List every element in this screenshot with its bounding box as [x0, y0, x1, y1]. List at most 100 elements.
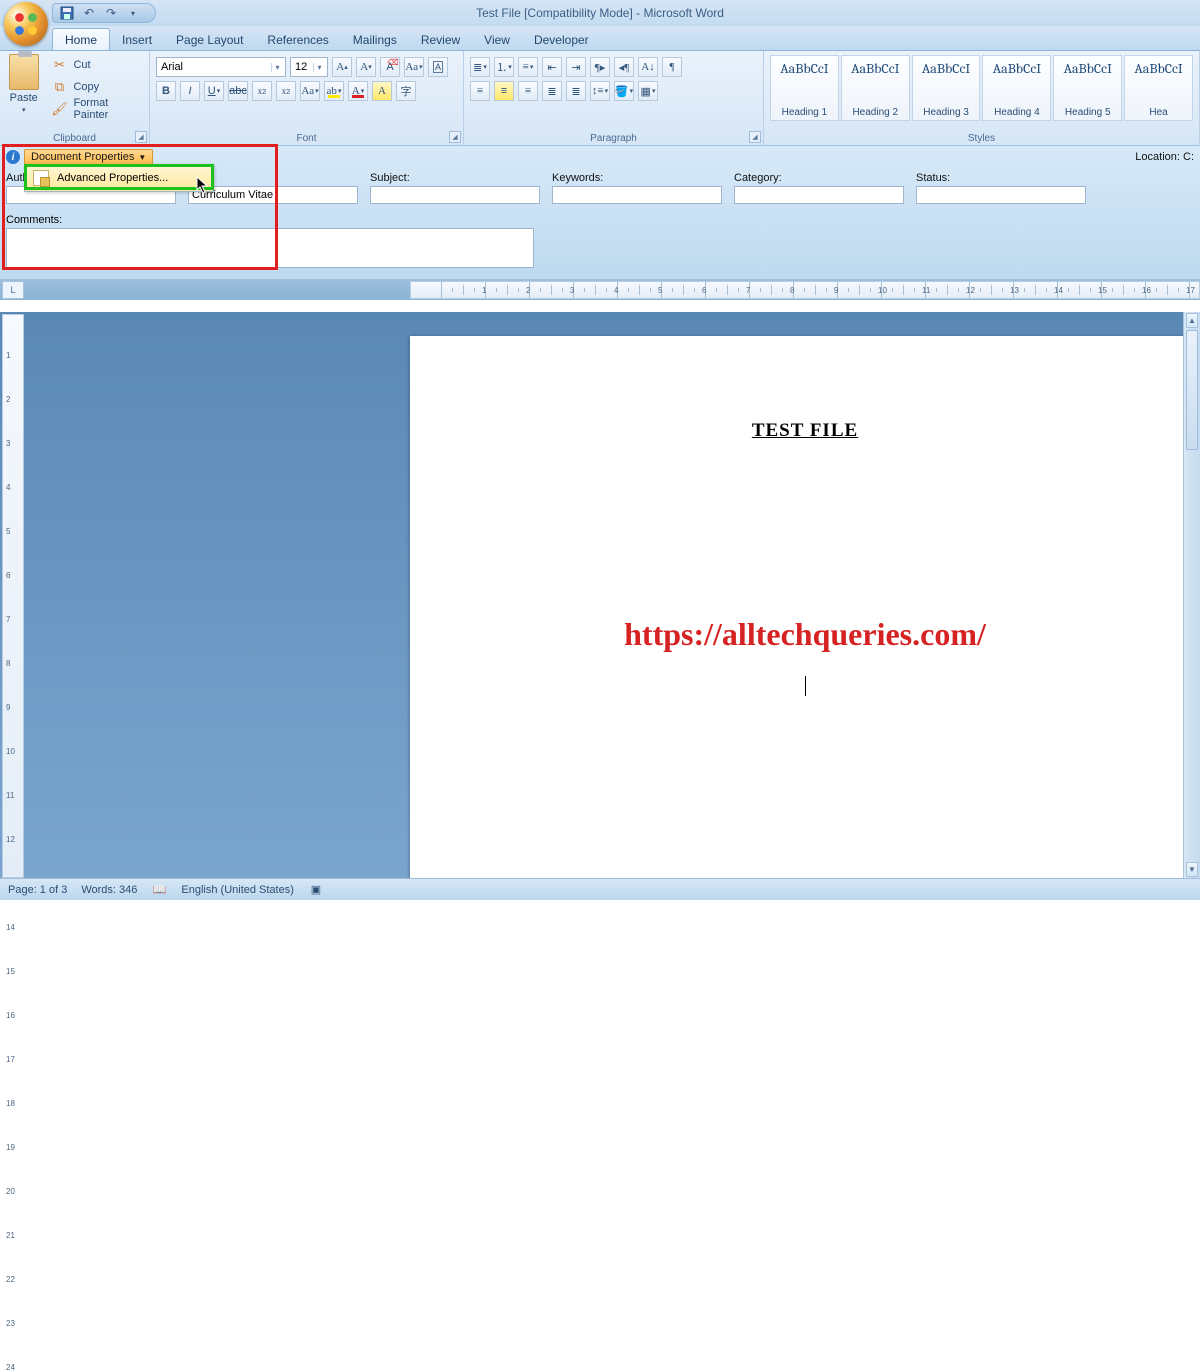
macro-record-icon: ▣ — [308, 882, 324, 898]
style-tile-heading-4[interactable]: AaBbCcIHeading 4 — [982, 55, 1051, 121]
paragraph-dialog-launcher[interactable]: ◢ — [749, 131, 761, 143]
scroll-down-arrow-icon[interactable]: ▼ — [1186, 862, 1198, 877]
style-tile-heading-1[interactable]: AaBbCcIHeading 1 — [770, 55, 839, 121]
italic-button[interactable]: I — [180, 81, 200, 101]
category-input[interactable] — [734, 186, 904, 204]
numbering-button[interactable]: ⒈▾ — [494, 57, 514, 77]
bullets-button[interactable]: ≣▾ — [470, 57, 490, 77]
justify-button[interactable]: ≣ — [542, 81, 562, 101]
tab-mailings[interactable]: Mailings — [341, 29, 409, 50]
status-language[interactable]: English (United States) — [181, 884, 294, 896]
document-page[interactable]: TEST FILE https://alltechqueries.com/ — [410, 336, 1200, 878]
highlight-color-button[interactable]: ab▾ — [324, 81, 344, 101]
enclose-characters-button[interactable]: 字 — [396, 81, 416, 101]
page-viewport[interactable]: TEST FILE https://alltechqueries.com/ ▲ … — [24, 312, 1200, 878]
paste-button[interactable]: Paste ▾ — [6, 53, 41, 117]
group-styles: AaBbCcIHeading 1AaBbCcIHeading 2AaBbCcIH… — [764, 51, 1200, 145]
proofing-icon: 📖 — [151, 882, 167, 898]
line-spacing-button[interactable]: ↕≡▾ — [590, 81, 610, 101]
tab-references[interactable]: References — [255, 29, 340, 50]
properties-icon — [33, 170, 49, 186]
paste-label: Paste — [10, 92, 38, 104]
subscript-button[interactable]: x2 — [252, 81, 272, 101]
tab-insert[interactable]: Insert — [110, 29, 164, 50]
document-properties-dropdown[interactable]: Document Properties▼ — [24, 149, 153, 165]
tab-selector[interactable]: L — [2, 281, 24, 299]
character-shading-button[interactable]: A — [372, 81, 392, 101]
document-heading: TEST FILE — [466, 420, 1144, 442]
sort-button[interactable]: A↓ — [638, 57, 658, 77]
title-bar: ↶ ↷ ▾ Test File [Compatibility Mode] - M… — [0, 0, 1200, 26]
copy-button[interactable]: ⧉Copy — [47, 77, 143, 97]
multilevel-list-button[interactable]: ≡▾ — [518, 57, 538, 77]
clipboard-dialog-launcher[interactable]: ◢ — [135, 131, 147, 143]
comments-input[interactable] — [6, 228, 534, 268]
borders-button[interactable]: ▦▾ — [638, 81, 658, 101]
bold-button[interactable]: B — [156, 81, 176, 101]
font-color-button[interactable]: A▾ — [348, 81, 368, 101]
undo-icon[interactable]: ↶ — [81, 5, 97, 21]
advanced-properties-menuitem[interactable]: Advanced Properties... — [25, 165, 213, 191]
font-name-combo[interactable]: Arial▾ — [156, 57, 286, 77]
field-comments: Comments: — [6, 210, 1194, 273]
ltr-text-direction-button[interactable]: ¶▸ — [590, 57, 610, 77]
style-tile-heading-2[interactable]: AaBbCcIHeading 2 — [841, 55, 910, 121]
tab-review[interactable]: Review — [409, 29, 472, 50]
qat-customize-icon[interactable]: ▾ — [125, 5, 141, 21]
grow-font-button[interactable]: A▴ — [332, 57, 352, 77]
tab-view[interactable]: View — [472, 29, 522, 50]
status-input[interactable] — [916, 186, 1086, 204]
horizontal-ruler[interactable]: 1234567891011121314151617 — [410, 281, 1200, 299]
status-macro[interactable]: ▣ — [308, 882, 324, 898]
vertical-ruler[interactable]: 123456789101112131415161718192021222324 — [2, 314, 24, 878]
tab-home[interactable]: Home — [52, 28, 110, 50]
align-center-button[interactable]: ≡ — [494, 81, 514, 101]
status-proofing[interactable]: 📖 — [151, 882, 167, 898]
office-button[interactable] — [4, 2, 48, 46]
scrollbar-thumb[interactable] — [1186, 330, 1198, 450]
styles-group-label: Styles — [764, 133, 1199, 144]
redo-icon[interactable]: ↷ — [103, 5, 119, 21]
chevron-down-icon: ▾ — [313, 63, 325, 72]
decrease-indent-button[interactable]: ⇤ — [542, 57, 562, 77]
rtl-text-direction-button[interactable]: ◂¶ — [614, 57, 634, 77]
show-hide-button[interactable]: ¶ — [662, 57, 682, 77]
underline-button[interactable]: U▾ — [204, 81, 224, 101]
distributed-button[interactable]: ≣ — [566, 81, 586, 101]
strikethrough-button[interactable]: abc — [228, 81, 248, 101]
cut-button[interactable]: ✂Cut — [47, 55, 143, 75]
clear-formatting-button[interactable]: A⌫ — [380, 57, 400, 77]
increase-indent-button[interactable]: ⇥ — [566, 57, 586, 77]
shading-button[interactable]: 🪣▾ — [614, 81, 634, 101]
font-size-combo[interactable]: 12▾ — [290, 57, 328, 77]
align-right-button[interactable]: ≡ — [518, 81, 538, 101]
align-left-button[interactable]: ≡ — [470, 81, 490, 101]
change-case-button[interactable]: Aa▾ — [404, 57, 424, 77]
font-group-label: Font — [150, 133, 463, 144]
paste-icon — [9, 54, 39, 90]
font-dialog-launcher[interactable]: ◢ — [449, 131, 461, 143]
status-words[interactable]: Words: 346 — [81, 884, 137, 896]
vertical-scrollbar[interactable]: ▲ ▼ — [1183, 312, 1200, 878]
style-tile-hea[interactable]: AaBbCcIHea — [1124, 55, 1193, 121]
office-logo-icon — [13, 11, 39, 37]
tab-page-layout[interactable]: Page Layout — [164, 29, 255, 50]
save-icon[interactable] — [59, 5, 75, 21]
tab-developer[interactable]: Developer — [522, 29, 601, 50]
subject-input[interactable] — [370, 186, 540, 204]
location-label: Location: C: — [1135, 151, 1194, 163]
status-page[interactable]: Page: 1 of 3 — [8, 884, 67, 896]
keywords-input[interactable] — [552, 186, 722, 204]
watermark-text: https://alltechqueries.com/ — [624, 616, 986, 653]
style-tile-heading-5[interactable]: AaBbCcIHeading 5 — [1053, 55, 1122, 121]
text-effects-button[interactable]: Aa▾ — [300, 81, 320, 101]
chevron-down-icon: ▼ — [138, 153, 146, 162]
superscript-button[interactable]: x2 — [276, 81, 296, 101]
status-bar: Page: 1 of 3 Words: 346 📖 English (Unite… — [0, 878, 1200, 900]
shrink-font-button[interactable]: A▾ — [356, 57, 376, 77]
scroll-up-arrow-icon[interactable]: ▲ — [1186, 313, 1198, 328]
phonetic-guide-button[interactable]: A — [428, 57, 448, 77]
document-area: 123456789101112131415161718192021222324 … — [0, 312, 1200, 878]
format-painter-button[interactable]: 🖌Format Painter — [47, 99, 143, 119]
style-tile-heading-3[interactable]: AaBbCcIHeading 3 — [912, 55, 981, 121]
